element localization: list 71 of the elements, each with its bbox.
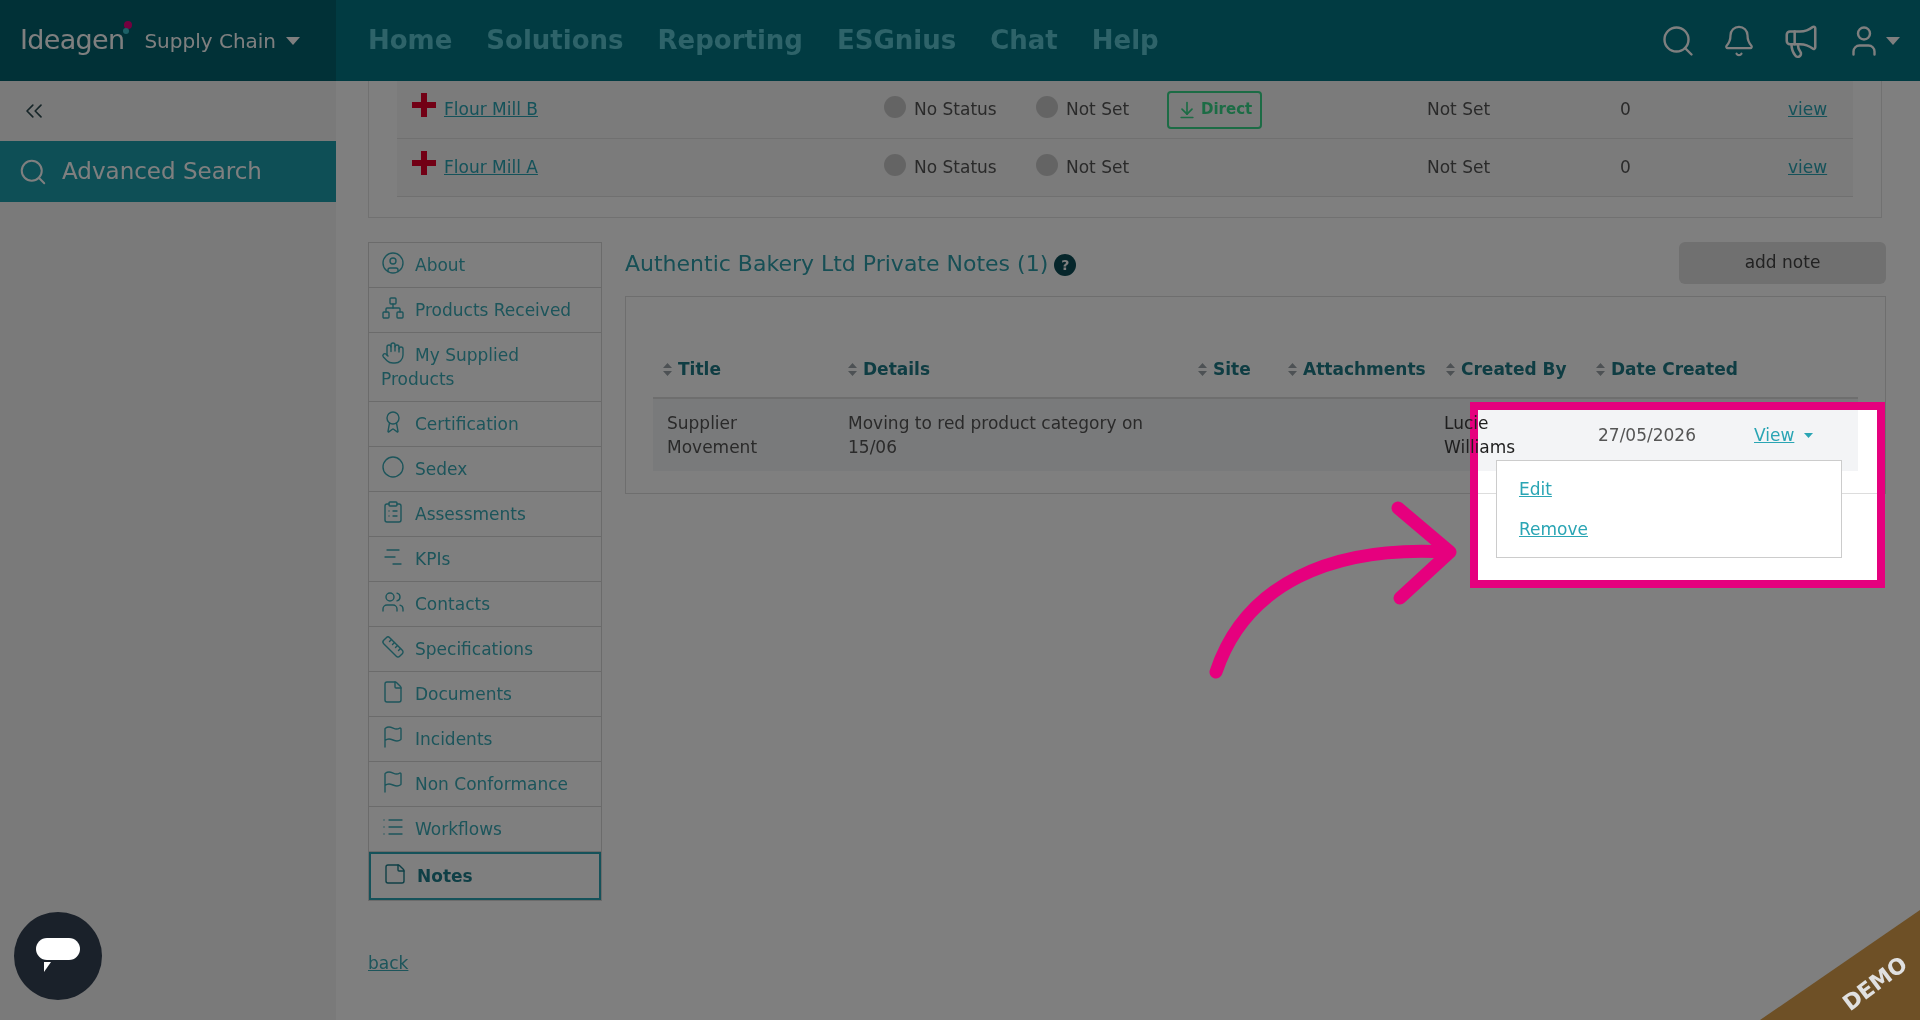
menu-item[interactable]: My Supplied Products (369, 333, 601, 402)
menu-item[interactable]: Assessments (369, 492, 601, 537)
caret-icon[interactable] (286, 36, 301, 45)
supplier-link[interactable]: Flour Mill A (444, 154, 538, 181)
arrow-down-icon (1177, 99, 1197, 120)
menu-option[interactable]: Edit (1519, 475, 1552, 503)
menu-item[interactable]: Specifications (369, 627, 601, 672)
ruler-icon (381, 635, 405, 659)
count-text: 0 (1620, 156, 1631, 177)
menu-item[interactable]: KPIs (369, 537, 601, 582)
clipboard-icon (381, 500, 405, 524)
supplier-link[interactable]: Flour Mill B (444, 96, 538, 123)
caret-icon[interactable] (1886, 36, 1900, 45)
table-cell: Not Set (1427, 98, 1491, 119)
sort-icon (1198, 362, 1207, 376)
menu-item[interactable]: Certification (369, 402, 601, 447)
view-link[interactable]: view (1788, 96, 1828, 123)
menu-item[interactable]: Incidents (369, 717, 601, 762)
table-cell: Not Set (1427, 156, 1491, 177)
view-link[interactable]: View (1754, 423, 1795, 447)
menu-option[interactable]: Remove (1519, 515, 1588, 543)
person-icon (381, 251, 405, 275)
chat-bubble-icon (36, 938, 80, 974)
sort-icon (1446, 362, 1455, 376)
rating-text: Not Set (1066, 97, 1130, 121)
people-icon (381, 590, 405, 614)
column-header[interactable]: Title (678, 357, 721, 381)
menu-item[interactable]: Documents (369, 672, 601, 717)
sort-icon (1596, 362, 1605, 376)
notes-title: Authentic Bakery Ltd Private Notes (1) (625, 249, 1049, 278)
circle-icon (381, 455, 405, 479)
bell-icon[interactable] (1722, 23, 1756, 58)
add-note-button[interactable]: add note (1679, 242, 1886, 284)
cross-icon (412, 92, 436, 117)
table-cell: Moving to red product category on 15/06 (848, 413, 1144, 457)
file-icon (381, 680, 405, 704)
count-text: 0 (1620, 98, 1631, 119)
column-header[interactable]: Date Created (1611, 357, 1738, 381)
logo-mark-icon (122, 20, 135, 35)
column-header[interactable]: Site (1213, 357, 1251, 381)
menu-item[interactable]: About (369, 243, 601, 288)
sort-icon (663, 362, 672, 376)
caret-icon[interactable] (1804, 432, 1814, 438)
menu-item[interactable]: Notes (369, 852, 601, 900)
status-text: No Status (914, 155, 997, 179)
cross-icon (412, 150, 436, 175)
product-name[interactable]: Supply Chain (144, 25, 277, 56)
direct-badge: Direct (1167, 90, 1263, 129)
advanced-search-button[interactable]: Advanced Search (0, 141, 336, 202)
rating-text: Not Set (1066, 155, 1130, 179)
column-header[interactable]: Details (863, 357, 930, 381)
flag-icon (381, 770, 405, 794)
view-link[interactable]: view (1788, 154, 1828, 181)
column-header[interactable]: Created By (1461, 357, 1567, 381)
status-text: No Status (914, 97, 997, 121)
menu-item[interactable]: Sedex (369, 447, 601, 492)
menu-item[interactable]: Products Received (369, 288, 601, 333)
sitemap-icon (381, 296, 405, 320)
brand-logo[interactable]: Ideagen (20, 20, 125, 61)
note-icon (383, 862, 407, 886)
menu-item[interactable]: Contacts (369, 582, 601, 627)
back-link[interactable]: back (368, 951, 602, 977)
menu-item[interactable]: Workflows (369, 807, 601, 852)
table-cell: 27/05/2026 (1598, 425, 1696, 445)
sort-icon (1288, 362, 1297, 376)
sort-icon (848, 362, 857, 376)
table-cell: Supplier Movement (667, 413, 758, 457)
menu-item[interactable]: Non Conformance (369, 762, 601, 807)
flag-icon (381, 725, 405, 749)
column-header[interactable]: Attachments (1303, 357, 1426, 381)
help-icon[interactable]: ? (1054, 254, 1077, 276)
